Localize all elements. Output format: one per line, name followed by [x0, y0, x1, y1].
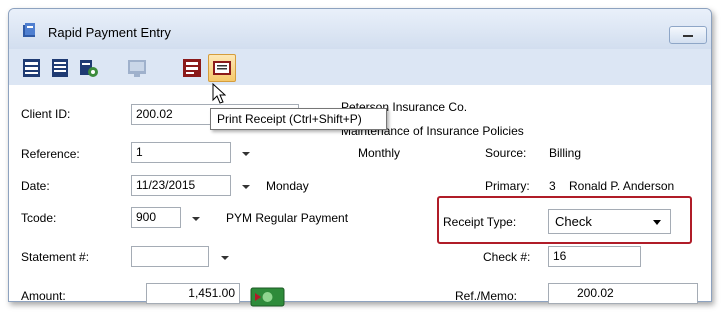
minimize-button[interactable] — [669, 26, 707, 44]
reference-field[interactable]: 1 — [131, 142, 231, 163]
batch-icon[interactable] — [78, 57, 100, 79]
reference-dropdown-icon[interactable] — [241, 142, 251, 163]
money-icon[interactable] — [249, 285, 286, 309]
tcode-field[interactable]: 900 — [131, 207, 181, 228]
client-id-label: Client ID: — [21, 107, 71, 121]
statement-dropdown-icon[interactable] — [220, 246, 230, 267]
primary-label: Primary: — [485, 179, 530, 193]
receipt-type-label: Receipt Type: — [443, 215, 517, 229]
date-label: Date: — [21, 179, 50, 193]
app-icon — [23, 23, 35, 37]
reference-label: Reference: — [21, 147, 80, 161]
check-label: Check #: — [483, 250, 531, 264]
tcode-dropdown-icon[interactable] — [191, 207, 201, 228]
network-icon[interactable] — [126, 57, 148, 79]
tcode-description: PYM Regular Payment — [226, 211, 349, 225]
title-bar: Rapid Payment Entry — [9, 9, 711, 49]
date-field[interactable]: 11/23/2015 — [131, 175, 231, 196]
amount-label: Amount: — [21, 289, 66, 303]
document-icon[interactable] — [49, 57, 71, 79]
primary-number: 3 — [549, 179, 556, 193]
mouse-cursor-icon — [212, 83, 226, 104]
register-icon[interactable] — [181, 57, 203, 79]
primary-name: Ronald P. Anderson — [569, 179, 675, 193]
print-receipt-tooltip: Print Receipt (Ctrl+Shift+P) — [210, 108, 387, 130]
print-receipt-icon[interactable] — [208, 54, 236, 82]
day-of-week: Monday — [266, 179, 309, 193]
receipt-type-value: Check — [555, 214, 592, 229]
statement-field[interactable] — [131, 246, 209, 267]
ref-memo-label: Ref./Memo: — [455, 289, 518, 303]
window-title: Rapid Payment Entry — [48, 25, 171, 40]
toolbar — [9, 51, 711, 85]
ref-memo-field[interactable]: 200.02 — [548, 283, 698, 304]
tcode-label: Tcode: — [21, 211, 57, 225]
frequency-text: Monthly — [358, 146, 401, 160]
receipt-type-select[interactable]: Check — [548, 209, 671, 234]
list-view-icon[interactable] — [21, 57, 43, 79]
source-label: Source: — [485, 146, 527, 160]
source-value: Billing — [549, 146, 582, 160]
statement-label: Statement #: — [21, 250, 90, 264]
check-field[interactable]: 16 — [548, 246, 641, 267]
date-dropdown-icon[interactable] — [241, 175, 251, 196]
amount-field[interactable]: 1,451.00 — [146, 283, 240, 304]
chevron-down-icon — [653, 220, 661, 225]
